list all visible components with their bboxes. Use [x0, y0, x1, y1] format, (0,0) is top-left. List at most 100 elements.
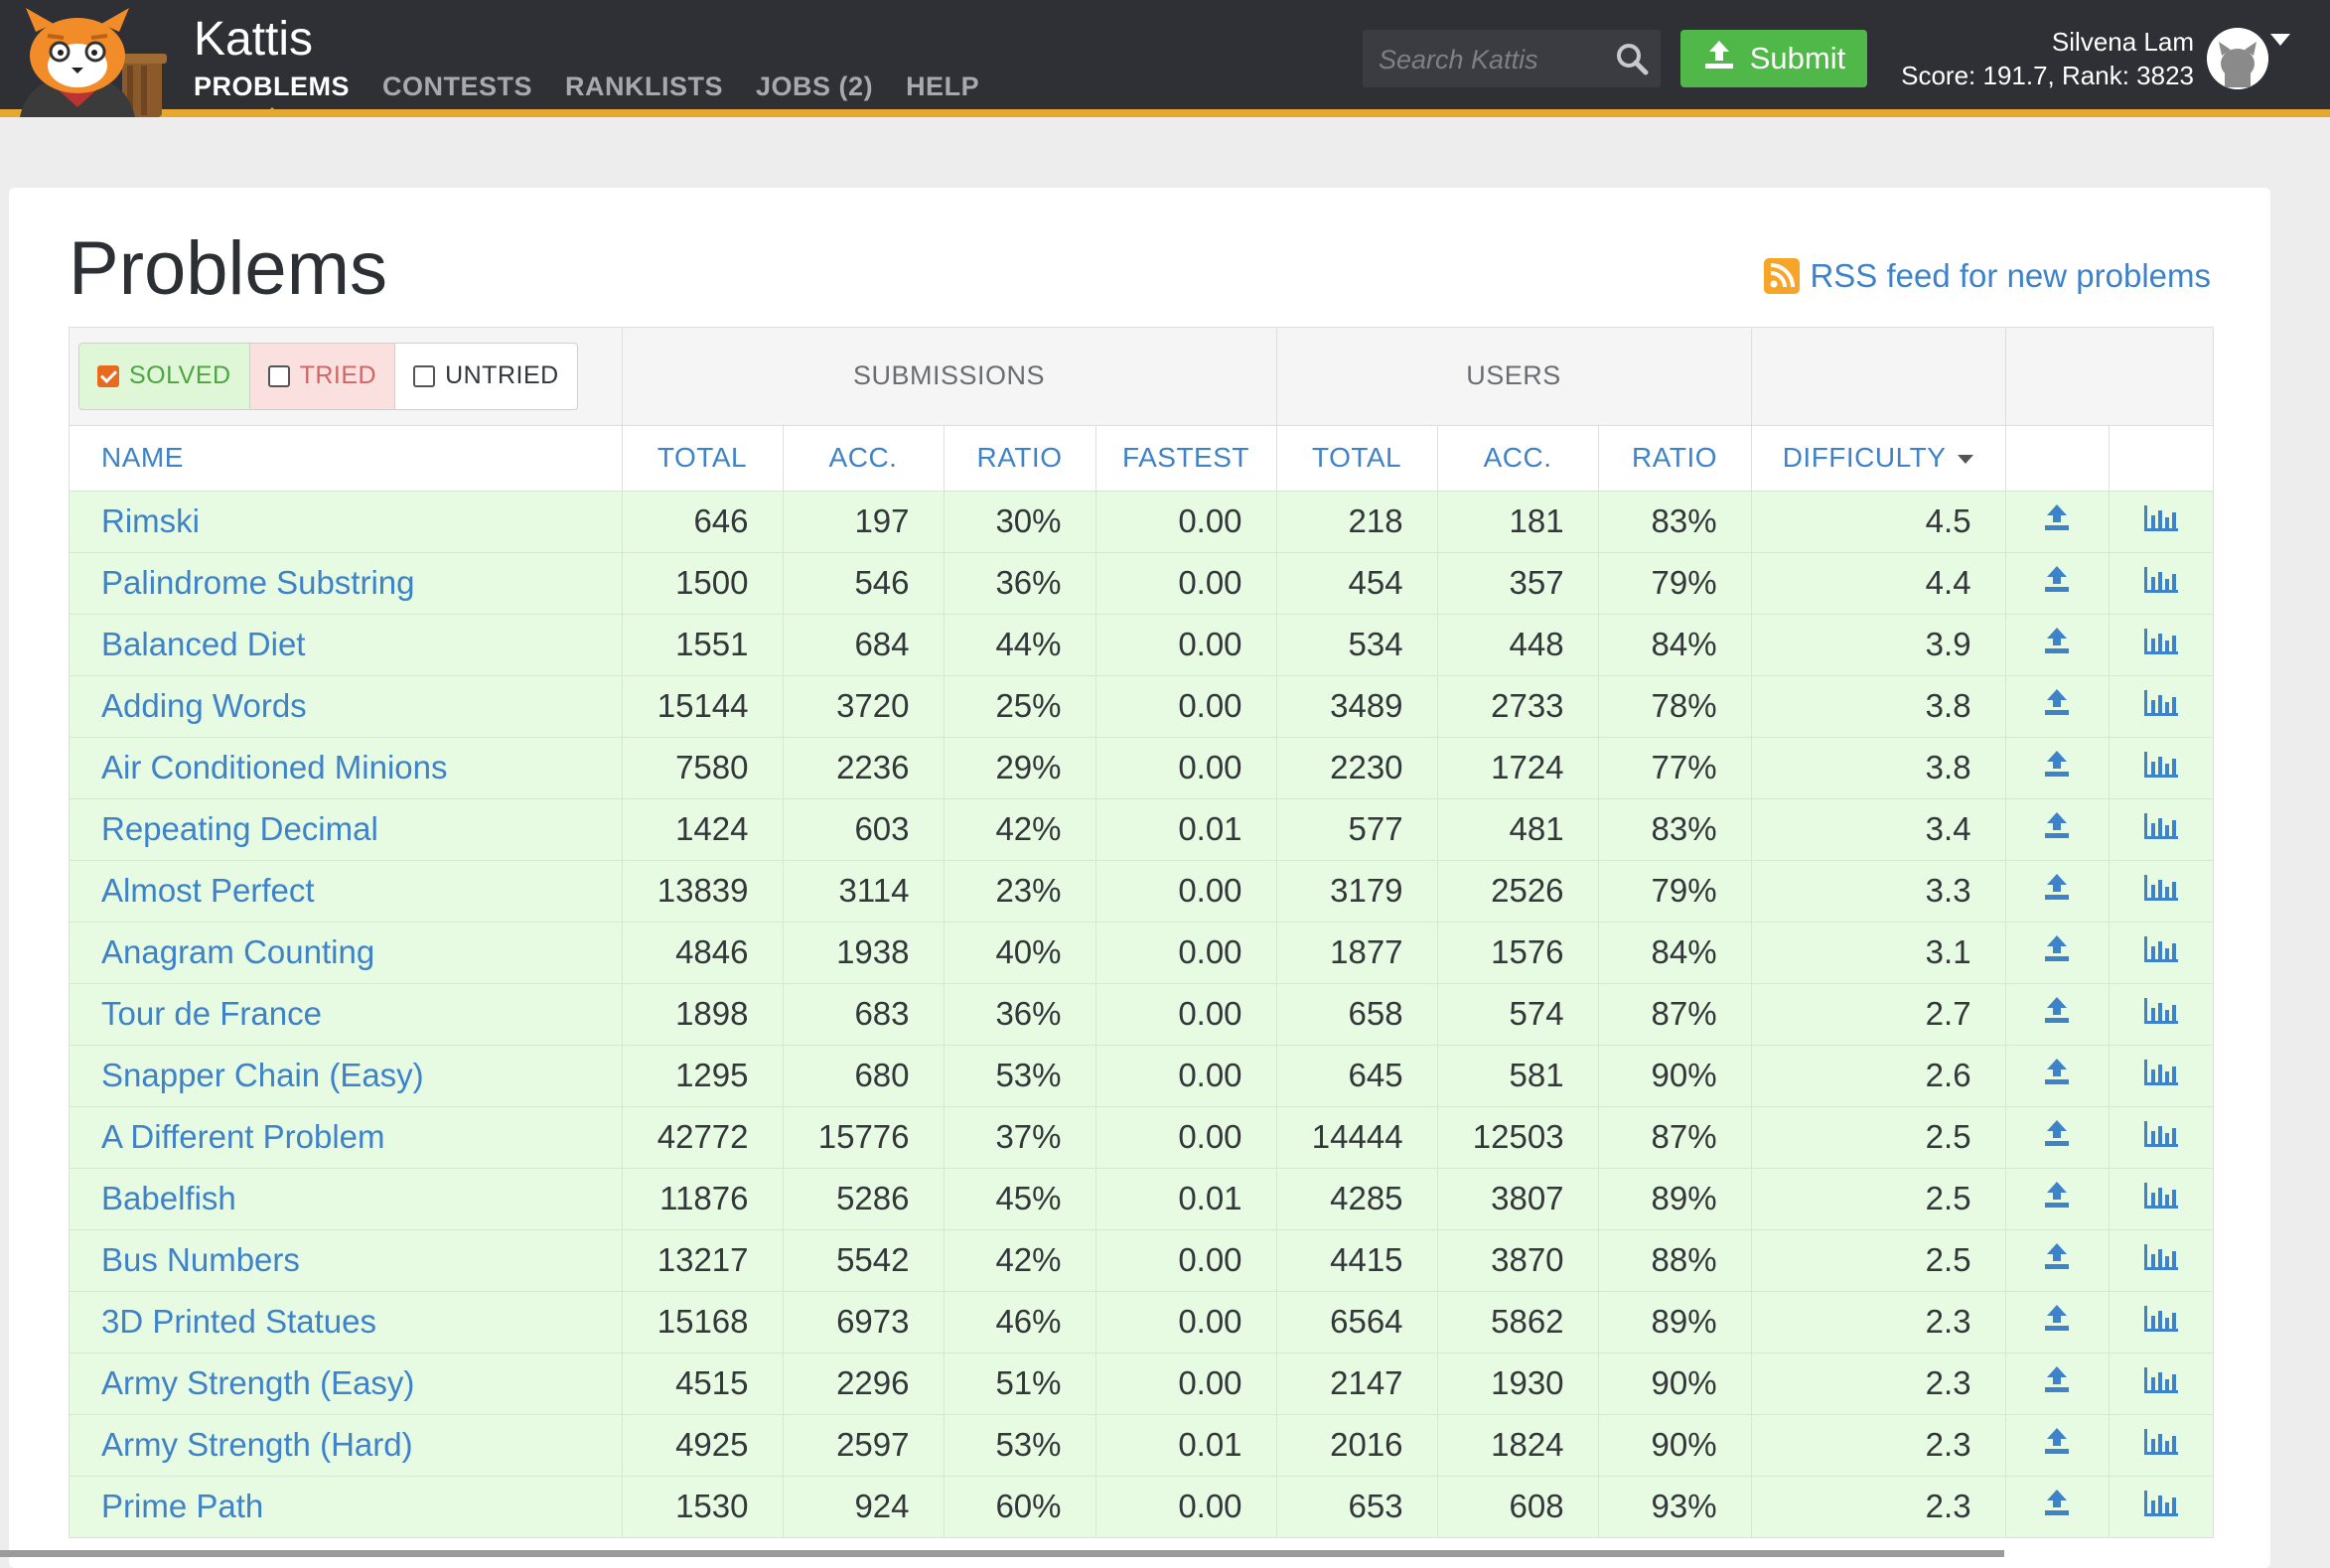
submit-upload-icon[interactable] — [2040, 931, 2074, 973]
statistics-bar-chart-icon[interactable] — [2142, 1427, 2180, 1465]
submit-upload-icon[interactable] — [2040, 1424, 2074, 1466]
submit-upload-icon[interactable] — [2040, 1116, 2074, 1158]
problem-name[interactable]: Balanced Diet — [70, 613, 623, 675]
submit-upload-icon[interactable] — [2040, 1486, 2074, 1527]
col-users-acc[interactable]: ACC. — [1437, 424, 1599, 491]
search-icon[interactable] — [1613, 40, 1651, 77]
filter-solved-label: SOLVED — [129, 361, 231, 390]
sub-ratio: 36% — [944, 551, 1096, 614]
problem-name[interactable]: Snapper Chain (Easy) — [70, 1044, 623, 1106]
problem-name[interactable]: Palindrome Substring — [70, 551, 623, 614]
untried-checkbox[interactable] — [413, 364, 436, 387]
statistics-bar-chart-icon[interactable] — [2142, 1181, 2180, 1218]
users-total: 577 — [1276, 797, 1438, 860]
filter-untried[interactable]: UNTRIED — [395, 342, 578, 410]
statistics-bar-chart-icon[interactable] — [2142, 873, 2180, 911]
submit-upload-icon[interactable] — [2040, 808, 2074, 850]
nav-ranklists[interactable]: RANKLISTS — [565, 70, 723, 103]
nav-problems[interactable]: PROBLEMS — [194, 70, 350, 117]
search-input[interactable] — [1363, 30, 1619, 89]
problem-name[interactable]: Babelfish — [70, 1167, 623, 1229]
tried-checkbox[interactable] — [267, 364, 290, 387]
problem-name[interactable]: A Different Problem — [70, 1105, 623, 1168]
problem-name[interactable]: Anagram Counting — [70, 921, 623, 983]
nav-help[interactable]: HELP — [906, 70, 979, 103]
statistics-bar-chart-icon[interactable] — [2142, 627, 2180, 664]
brand-name[interactable]: Kattis — [194, 12, 313, 68]
submit-upload-icon[interactable] — [2040, 1301, 2074, 1343]
col-sub-ratio[interactable]: RATIO — [944, 424, 1096, 491]
users-total: 2016 — [1276, 1413, 1438, 1476]
statistics-bar-chart-icon[interactable] — [2142, 1058, 2180, 1095]
statistics-bar-chart-icon[interactable] — [2142, 1119, 2180, 1157]
sub-total: 646 — [622, 490, 784, 552]
sub-total: 15144 — [622, 674, 784, 737]
submit-upload-icon[interactable] — [2040, 1178, 2074, 1219]
avatar[interactable] — [2207, 28, 2268, 89]
submit-upload-icon[interactable] — [2040, 870, 2074, 912]
submit-upload-icon[interactable] — [2040, 993, 2074, 1035]
problem-name[interactable]: Rimski — [70, 490, 623, 552]
problem-name[interactable]: Air Conditioned Minions — [70, 736, 623, 798]
statistics-bar-chart-icon[interactable] — [2142, 1304, 2180, 1342]
problem-name[interactable]: Army Strength (Easy) — [70, 1352, 623, 1414]
problem-name[interactable]: 3D Printed Statues — [70, 1290, 623, 1353]
submit-upload-icon[interactable] — [2040, 1055, 2074, 1096]
submit-upload-icon[interactable] — [2040, 747, 2074, 788]
submit-upload-icon[interactable] — [2040, 685, 2074, 727]
col-sub-acc[interactable]: ACC. — [783, 424, 945, 491]
submit-upload-icon[interactable] — [2040, 1362, 2074, 1404]
col-users-ratio[interactable]: RATIO — [1598, 424, 1752, 491]
statistics-bar-chart-icon[interactable] — [2142, 1489, 2180, 1526]
users-ratio: 77% — [1598, 736, 1752, 798]
user-info[interactable]: Silvena Lam Score: 191.7, Rank: 3823 — [1901, 25, 2194, 92]
statistics-bar-chart-icon[interactable] — [2142, 503, 2180, 541]
submit-button[interactable]: Submit — [1680, 30, 1867, 87]
problem-name[interactable]: Almost Perfect — [70, 859, 623, 922]
problem-name[interactable]: Adding Words — [70, 674, 623, 737]
col-sub-total[interactable]: TOTAL — [622, 424, 784, 491]
col-difficulty[interactable]: DIFFICULTY — [1751, 424, 2006, 491]
statistics-bar-chart-icon[interactable] — [2142, 565, 2180, 603]
solved-checkbox[interactable] — [97, 364, 119, 387]
filter-solved[interactable]: SOLVED — [78, 342, 250, 410]
sub-acc: 15776 — [783, 1105, 945, 1168]
statistics-bar-chart-icon[interactable] — [2142, 750, 2180, 787]
user-menu-chevron-down-icon[interactable] — [2270, 34, 2290, 46]
table-row: Almost Perfect 13839 3114 23% 0.00 3179 2526 79… — [70, 859, 2214, 922]
statistics-bar-chart-icon[interactable] — [2142, 1242, 2180, 1280]
statistics-bar-chart-icon[interactable] — [2142, 934, 2180, 972]
users-total: 3489 — [1276, 674, 1438, 737]
kattis-logo[interactable] — [8, 8, 169, 117]
statistics-bar-chart-icon[interactable] — [2142, 811, 2180, 849]
sub-total: 13839 — [622, 859, 784, 922]
users-ratio: 84% — [1598, 921, 1752, 983]
users-ratio: 79% — [1598, 859, 1752, 922]
col-users-total[interactable]: TOTAL — [1276, 424, 1438, 491]
stats-cell — [2109, 490, 2214, 552]
problem-name[interactable]: Army Strength (Hard) — [70, 1413, 623, 1476]
sub-acc: 680 — [783, 1044, 945, 1106]
rss-link[interactable]: RSS feed for new problems — [1764, 257, 2211, 295]
difficulty: 2.5 — [1751, 1105, 2006, 1168]
statistics-bar-chart-icon[interactable] — [2142, 996, 2180, 1034]
sub-ratio: 23% — [944, 859, 1096, 922]
nav-contests[interactable]: CONTESTS — [382, 70, 532, 103]
problem-name[interactable]: Tour de France — [70, 982, 623, 1045]
submit-cell — [2005, 1044, 2110, 1106]
col-fastest[interactable]: FASTEST — [1095, 424, 1277, 491]
submit-upload-icon[interactable] — [2040, 500, 2074, 542]
problem-name[interactable]: Prime Path — [70, 1475, 623, 1537]
statistics-bar-chart-icon[interactable] — [2142, 1365, 2180, 1403]
nav-jobs[interactable]: JOBS (2) — [756, 70, 873, 103]
statistics-bar-chart-icon[interactable] — [2142, 688, 2180, 726]
col-name[interactable]: NAME — [70, 424, 623, 491]
submit-upload-icon[interactable] — [2040, 1239, 2074, 1281]
horizontal-scrollbar[interactable] — [0, 1550, 2004, 1557]
sub-acc: 546 — [783, 551, 945, 614]
submit-upload-icon[interactable] — [2040, 562, 2074, 604]
submit-upload-icon[interactable] — [2040, 624, 2074, 665]
filter-tried[interactable]: TRIED — [249, 342, 396, 410]
problem-name[interactable]: Repeating Decimal — [70, 797, 623, 860]
problem-name[interactable]: Bus Numbers — [70, 1228, 623, 1291]
